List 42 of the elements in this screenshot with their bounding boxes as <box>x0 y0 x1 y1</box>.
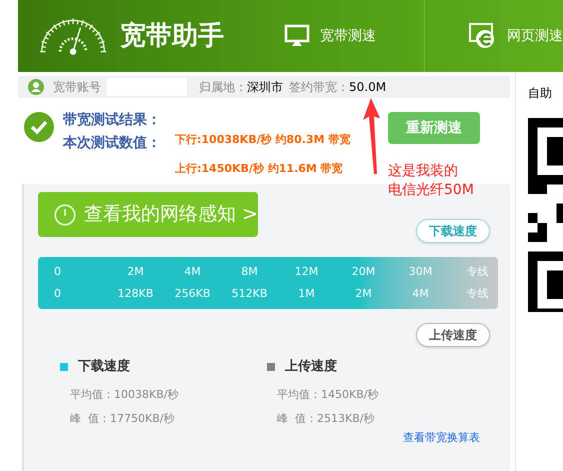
network-button[interactable]: 查看我的网络感知 > <box>38 192 258 237</box>
annotation-text: 电信光纤50M <box>388 181 474 200</box>
upload-speed-tag: 上传速度 <box>416 323 490 347</box>
average-value: 平均值：1450KB/秒 <box>277 386 380 402</box>
bandwidth-value: 50.0M <box>349 79 386 96</box>
retest-button[interactable]: 重新测速 <box>388 112 480 144</box>
location-label: 归属地： <box>199 79 247 96</box>
account-label: 宽带账号 <box>53 79 101 96</box>
scale-tick-label: 8M <box>240 264 259 280</box>
scale-tick-label: 4M <box>411 286 430 302</box>
scale-tick-label: 2M <box>354 286 373 302</box>
peak-value: 峰 值：17750KB/秒 <box>70 411 176 427</box>
scale-tick-label: 12M <box>294 264 320 280</box>
result-values-label: 本次测试数值： <box>63 134 161 153</box>
side-panel-title: 自助 <box>528 86 552 100</box>
download-result: 下行:10038KB/秒 约80.3M 带宽 <box>175 132 350 148</box>
annotation-text: 这是我装的 <box>388 162 459 181</box>
conversion-table-link[interactable]: 查看带宽换算表 <box>403 430 480 446</box>
legend-title: 下载速度 <box>78 358 130 376</box>
location-value: 深圳市 <box>247 79 283 96</box>
scale-tick-label: 0 <box>53 286 62 302</box>
download-speed-tag: 下载速度 <box>416 219 490 243</box>
nav-tab[interactable]: 宽带测速 <box>320 26 376 46</box>
legend-title: 上传速度 <box>285 358 337 376</box>
nav-tab[interactable]: 网页测速 <box>507 26 563 46</box>
scale-tick-label: 20M <box>350 264 376 280</box>
scale-tick-label: 1M <box>297 286 316 302</box>
average-value: 平均值：10038KB/秒 <box>70 386 180 402</box>
scale-tick-label: 4M <box>183 264 202 280</box>
scale-tick-label: 512KB <box>230 286 268 302</box>
scale-tick-label: 专线 <box>466 264 490 280</box>
scale-tick-label: 30M <box>408 264 434 280</box>
scale-tick-label: 128KB <box>116 286 154 302</box>
scale-tick-label: 2M <box>126 264 145 280</box>
scale-tick-label: 256KB <box>174 286 212 302</box>
app-title: 宽带助手 <box>120 20 224 52</box>
peak-value: 峰 值：2513KB/秒 <box>277 411 376 427</box>
bandwidth-label: 签约带宽： <box>289 79 349 96</box>
scale-tick-label: 专线 <box>466 286 490 302</box>
result-title: 带宽测试结果： <box>63 110 161 130</box>
upload-result: 上行:1450KB/秒 约11.6M 带宽 <box>175 160 344 176</box>
scale-tick-label: 0 <box>53 264 62 280</box>
